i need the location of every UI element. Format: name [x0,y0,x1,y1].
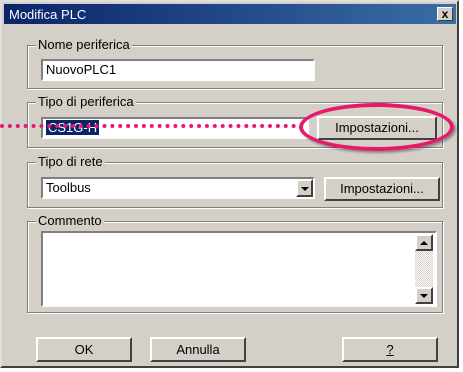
cancel-button[interactable]: Annulla [150,337,246,362]
ok-button[interactable]: OK [36,337,132,362]
network-type-value: Toolbus [46,180,91,195]
cancel-label: Annulla [176,342,220,357]
network-type-settings-button[interactable]: Impostazioni... [324,177,440,201]
scroll-up-button[interactable] [415,234,433,251]
highlight-dotted-line [0,124,296,128]
device-name-input[interactable]: NuovoPLC1 [41,59,315,81]
chevron-down-icon [420,294,428,298]
scroll-down-button[interactable] [415,287,433,304]
chevron-up-icon [420,241,428,245]
network-type-settings-label: Impostazioni... [340,181,424,196]
help-label: ? [386,342,394,357]
network-type-dropdown-button[interactable] [296,179,313,197]
dialog-window: Modifica PLC x Nome periferica NuovoPLC1… [0,0,459,368]
close-button[interactable]: x [437,7,453,21]
chevron-down-icon [301,187,309,191]
device-type-select[interactable]: CS1G-H [41,117,309,139]
network-type-label: Tipo di rete [36,154,105,169]
help-button[interactable]: ? [342,337,438,362]
close-icon: x [441,7,449,21]
ok-label: OK [74,342,94,357]
window-title: Modifica PLC [9,7,87,22]
device-type-label: Tipo di periferica [36,94,136,109]
title-bar[interactable]: Modifica PLC x [4,4,456,24]
device-name-label: Nome periferica [36,37,132,52]
highlight-ellipse [299,103,454,151]
network-type-select[interactable]: Toolbus [41,177,315,199]
comment-scrollbar-track[interactable] [415,251,433,287]
comment-label: Commento [36,213,104,228]
comment-textarea[interactable] [41,231,437,307]
